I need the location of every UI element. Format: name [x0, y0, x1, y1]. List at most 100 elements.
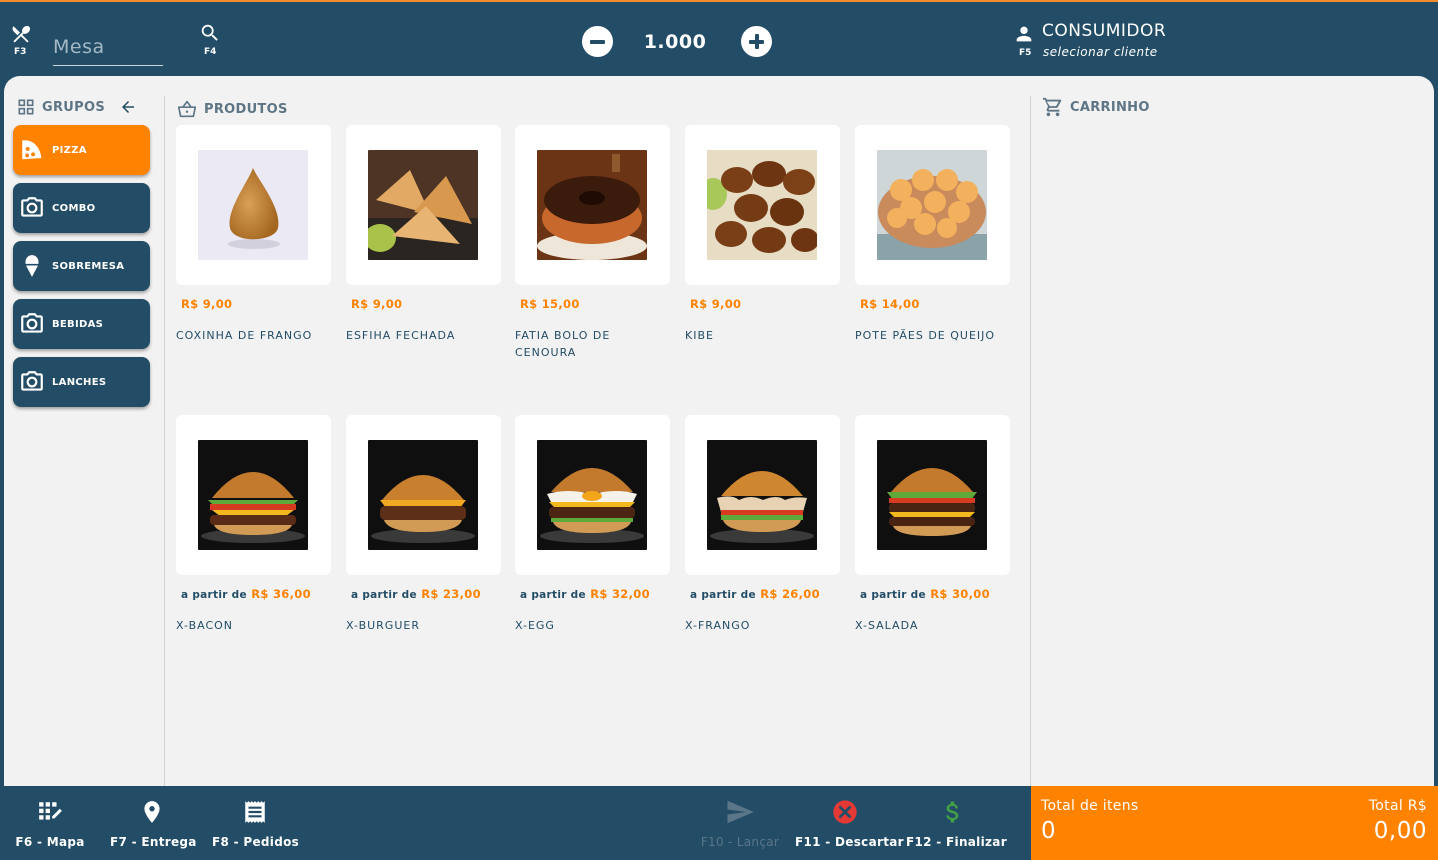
total-items-label: Total de itens [1041, 798, 1139, 814]
basket-icon [177, 100, 197, 118]
product-price: a partir de R$ 30,00 [860, 587, 990, 601]
cancel-icon [795, 796, 895, 828]
product-price: R$ 9,00 [351, 297, 403, 311]
receipt-icon [212, 796, 297, 828]
ice-cream-icon [19, 253, 45, 279]
table-input[interactable] [53, 28, 163, 66]
camera-icon [19, 195, 45, 221]
burger-image [537, 440, 647, 550]
group-item-bebidas[interactable]: BEBIDAS [13, 299, 150, 349]
product-price: R$ 15,00 [520, 297, 580, 311]
product-card-coxinha[interactable] [176, 125, 331, 285]
product-price: a partir de R$ 32,00 [520, 587, 650, 601]
product-card-x-bacon[interactable] [176, 415, 331, 575]
group-item-sobremesa[interactable]: SOBREMESA [13, 241, 150, 291]
product-name: ESFIHA FECHADA [346, 329, 456, 342]
fork-knife-icon[interactable] [10, 23, 32, 49]
product-name: X-BURGUER [346, 619, 420, 632]
group-label: BEBIDAS [52, 318, 104, 330]
cart-header: CARRINHO [1042, 96, 1150, 118]
camera-icon [19, 369, 45, 395]
product-price: R$ 9,00 [181, 297, 233, 311]
groups-title: GRUPOS [42, 99, 105, 115]
product-card-pao-de-queijo[interactable] [855, 125, 1010, 285]
product-card-x-burguer[interactable] [346, 415, 501, 575]
groups-divider [164, 96, 165, 786]
product-card-x-frango[interactable] [685, 415, 840, 575]
group-label: LANCHES [52, 376, 107, 388]
total-value-label: Total R$ [1368, 798, 1427, 814]
burger-image [877, 440, 987, 550]
map-label: F6 - Mapa [15, 835, 85, 849]
customer-fkey-label: F5 [1019, 48, 1032, 58]
discard-label: F11 - Descartar [795, 835, 904, 849]
product-card-x-egg[interactable] [515, 415, 670, 575]
product-price: R$ 9,00 [690, 297, 742, 311]
dollar-icon [906, 796, 1000, 828]
top-bar: F3 F4 1.000 F5 CONSUMIDOR selecionar cli… [0, 0, 1438, 76]
cart-title: CARRINHO [1070, 99, 1150, 115]
product-price: R$ 14,00 [860, 297, 920, 311]
cake-image [537, 150, 647, 260]
map-grid-icon [14, 796, 86, 828]
product-card-x-salada[interactable] [855, 415, 1010, 575]
cart-divider [1030, 96, 1031, 786]
cheese-bread-image [877, 150, 987, 260]
esfiha-image [368, 150, 478, 260]
burger-image [368, 440, 478, 550]
search-fkey-label: F4 [204, 47, 217, 57]
orders-button[interactable]: F8 - Pedidos [212, 796, 300, 849]
kibe-image [707, 150, 817, 260]
select-customer-link[interactable]: selecionar cliente [1043, 45, 1158, 59]
group-item-combo[interactable]: COMBO [13, 183, 150, 233]
delivery-label: F7 - Entrega [110, 835, 197, 849]
discard-button[interactable]: F11 - Descartar [795, 796, 904, 849]
camera-icon [19, 311, 45, 337]
main-panel: GRUPOS PIZZA COMBO SOBREMESA BEBIDAS LAN… [4, 76, 1434, 786]
products-header: PRODUTOS [176, 98, 288, 120]
product-name: KIBE [685, 329, 714, 342]
location-pin-icon [110, 796, 194, 828]
coxinha-image [198, 150, 308, 260]
quantity-value: 1.000 [643, 31, 707, 53]
product-price: a partir de R$ 23,00 [351, 587, 481, 601]
search-icon[interactable] [199, 22, 221, 48]
product-name: X-SALADA [855, 619, 919, 632]
groups-header: GRUPOS [16, 97, 137, 117]
cart-icon [1042, 97, 1062, 117]
total-value: 0,00 [1373, 818, 1427, 844]
totals-panel: Total de itens 0 Total R$ 0,00 [1031, 786, 1438, 860]
product-name: COXINHA DE FRANGO [176, 329, 313, 342]
launch-button[interactable]: F10 - Lançar [698, 796, 782, 849]
person-icon[interactable] [1013, 23, 1035, 49]
product-price: a partir de R$ 26,00 [690, 587, 820, 601]
product-card-esfiha[interactable] [346, 125, 501, 285]
launch-label: F10 - Lançar [700, 835, 780, 849]
orders-label: F8 - Pedidos [212, 835, 300, 849]
table-fkey-label: F3 [14, 47, 27, 57]
total-items-value: 0 [1041, 818, 1057, 844]
product-name: X-FRANGO [685, 619, 751, 632]
increase-quantity-button[interactable] [741, 26, 772, 57]
pizza-icon [19, 137, 45, 163]
group-label: SOBREMESA [52, 260, 125, 272]
grid-icon [18, 99, 34, 115]
product-name: FATIA BOLO DE CENOURA [515, 329, 611, 359]
decrease-quantity-button[interactable] [582, 26, 613, 57]
map-button[interactable]: F6 - Mapa [14, 796, 86, 849]
product-card-bolo[interactable] [515, 125, 670, 285]
group-label: PIZZA [52, 144, 87, 156]
product-card-kibe[interactable] [685, 125, 840, 285]
customer-name[interactable]: CONSUMIDOR [1042, 21, 1166, 41]
burger-image [707, 440, 817, 550]
group-item-pizza[interactable]: PIZZA [13, 125, 150, 175]
send-icon [698, 796, 782, 828]
delivery-button[interactable]: F7 - Entrega [110, 796, 197, 849]
finish-button[interactable]: F12 - Finalizar [906, 796, 1007, 849]
arrow-back-icon[interactable] [119, 98, 137, 116]
burger-image [198, 440, 308, 550]
products-title: PRODUTOS [204, 101, 288, 117]
group-label: COMBO [52, 202, 96, 214]
product-name: X-EGG [515, 619, 555, 632]
group-item-lanches[interactable]: LANCHES [13, 357, 150, 407]
